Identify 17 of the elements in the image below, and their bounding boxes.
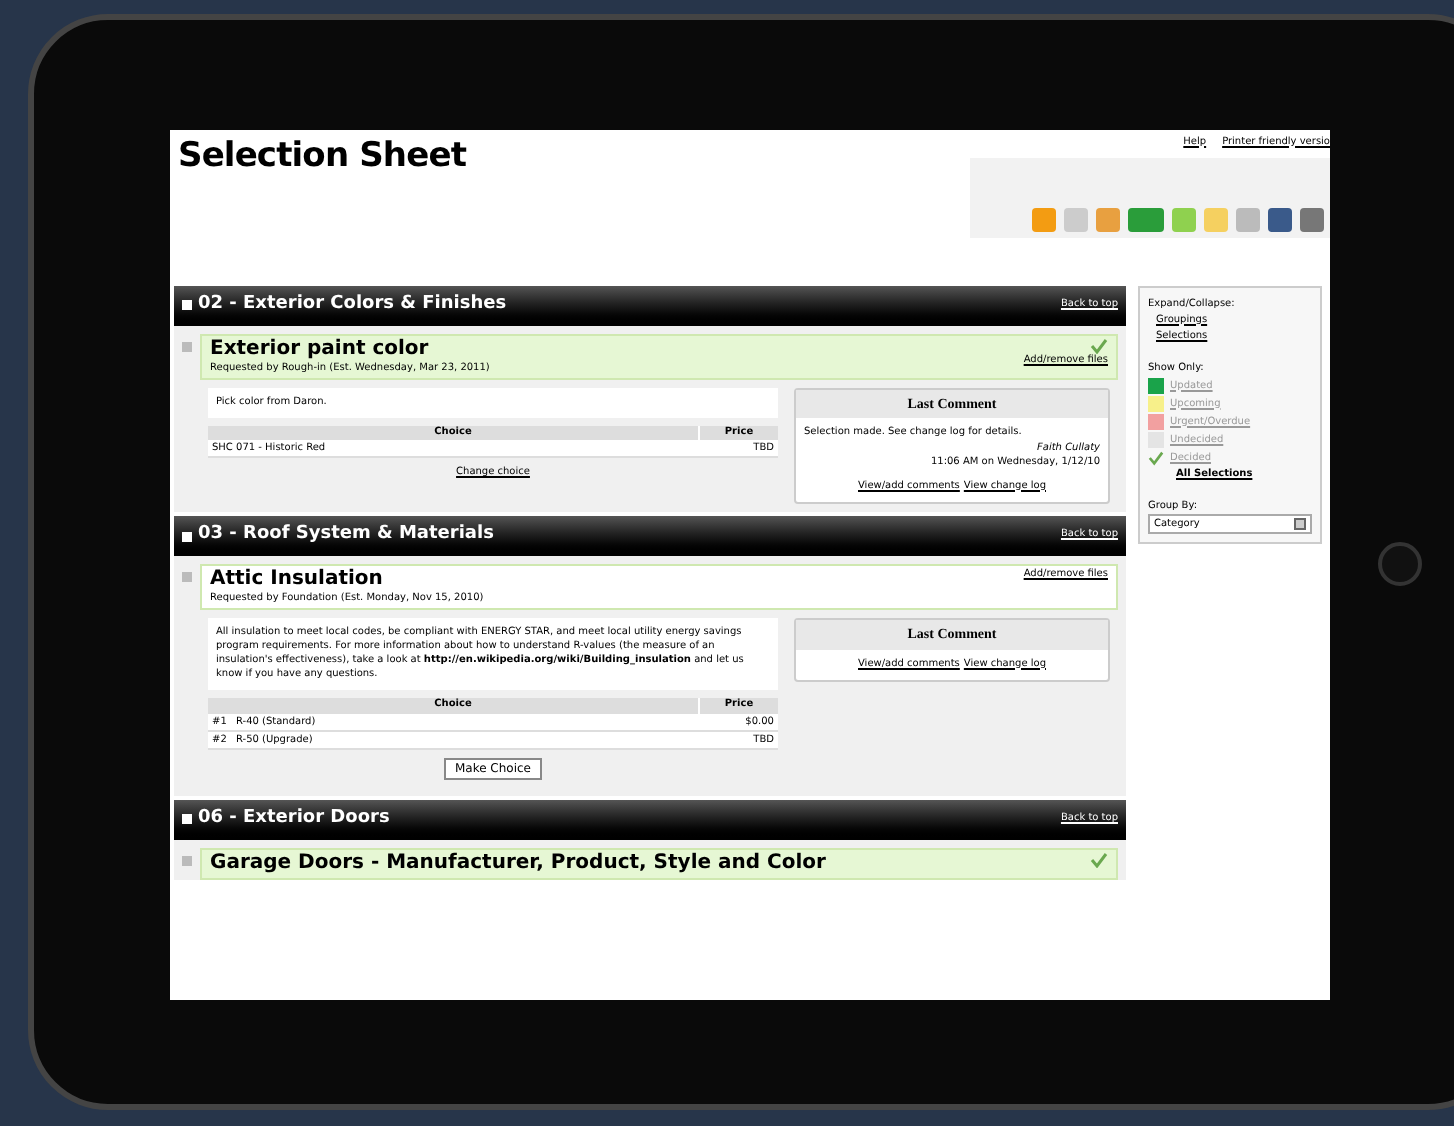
check-icon bbox=[1090, 851, 1108, 867]
check-icon[interactable] bbox=[1148, 449, 1164, 465]
dropdown-icon bbox=[1294, 517, 1306, 529]
status-swatch[interactable] bbox=[1148, 377, 1164, 393]
section-title[interactable]: 03 - Roof System & Materials bbox=[198, 522, 494, 550]
page-title: Selection Sheet bbox=[178, 133, 467, 179]
section-title[interactable]: 06 - Exterior Doors bbox=[198, 805, 390, 833]
collapse-icon[interactable] bbox=[182, 531, 192, 541]
selection-title: Attic Insulation bbox=[210, 568, 385, 592]
status-swatch[interactable] bbox=[1148, 413, 1164, 429]
section-title[interactable]: 02 - Exterior Colors & Finishes bbox=[198, 291, 507, 319]
status-swatch[interactable] bbox=[1148, 395, 1164, 411]
home-button[interactable] bbox=[1378, 542, 1422, 586]
selection-title: Garage Doors - Manufacturer, Product, Style and Color bbox=[210, 851, 826, 875]
status-swatch[interactable] bbox=[1148, 431, 1164, 447]
check-icon bbox=[1090, 337, 1108, 353]
selection-title: Exterior paint color bbox=[210, 337, 431, 361]
